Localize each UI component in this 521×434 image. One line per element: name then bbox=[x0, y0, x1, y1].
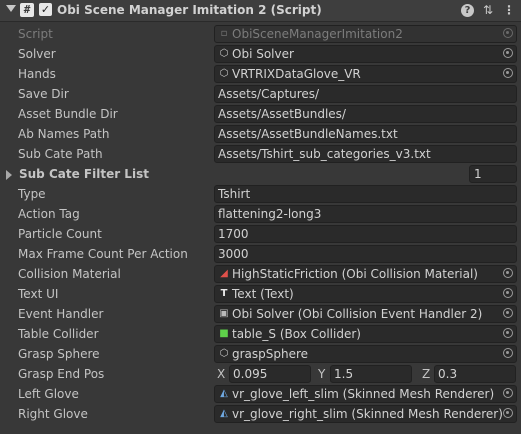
right-glove-field[interactable]: ◭ vr_glove_right_slim (Skinned Mesh Rend… bbox=[214, 405, 517, 423]
object-picker-icon bbox=[503, 28, 513, 38]
object-picker-icon[interactable] bbox=[503, 288, 513, 298]
field-label: Type bbox=[18, 187, 46, 201]
asset-bundle-dir-input[interactable]: Assets/AssetBundles/ bbox=[214, 105, 517, 123]
field-label: Script bbox=[18, 27, 53, 41]
field-row-hands: Hands ⬡ VRTRIXDataGlove_VR bbox=[0, 64, 521, 84]
object-picker-icon[interactable] bbox=[503, 348, 513, 358]
field-label: Hands bbox=[18, 67, 56, 81]
field-row-sub-cate-filter-list[interactable]: Sub Cate Filter List 1 bbox=[0, 164, 521, 184]
object-picker-icon[interactable] bbox=[503, 48, 513, 58]
z-label[interactable]: Z bbox=[422, 367, 430, 381]
list-size-input[interactable]: 1 bbox=[469, 165, 517, 183]
field-row-sub-cate-path: Sub Cate Path Assets/Tshirt_sub_categori… bbox=[0, 144, 521, 164]
field-label: Max Frame Count Per Action bbox=[18, 247, 188, 261]
field-row-right-glove: Right Glove ◭ vr_glove_right_slim (Skinn… bbox=[0, 404, 521, 424]
foldout-arrow-icon[interactable] bbox=[6, 170, 12, 180]
list-foldout-label[interactable]: Sub Cate Filter List bbox=[19, 167, 149, 181]
text-ui-field[interactable]: T Text (Text) bbox=[214, 285, 517, 303]
field-label: Save Dir bbox=[18, 87, 69, 101]
field-label: Action Tag bbox=[18, 207, 80, 221]
cube-icon: ⬡ bbox=[219, 68, 229, 79]
collider-icon: ■ bbox=[219, 328, 229, 339]
field-label: Grasp End Pos bbox=[18, 367, 105, 381]
skinned-mesh-icon: ◭ bbox=[220, 388, 228, 399]
field-label: Solver bbox=[18, 47, 56, 61]
object-picker-icon[interactable] bbox=[503, 408, 513, 418]
text-icon: T bbox=[220, 288, 228, 299]
field-row-event-handler: Event Handler ▣ Obi Solver (Obi Collisio… bbox=[0, 304, 521, 324]
field-label: Table Collider bbox=[18, 327, 99, 341]
sub-cate-path-input[interactable]: Assets/Tshirt_sub_categories_v3.txt bbox=[214, 145, 517, 163]
field-label: Sub Cate Path bbox=[18, 147, 103, 161]
script-file-icon: ▫ bbox=[220, 28, 228, 39]
field-label: Ab Names Path bbox=[18, 127, 110, 141]
field-row-save-dir: Save Dir Assets/Captures/ bbox=[0, 84, 521, 104]
script-field: ▫ ObiSceneManagerImitation2 bbox=[214, 25, 517, 43]
preset-icon[interactable]: ⇅ bbox=[481, 3, 495, 17]
field-label: Left Glove bbox=[18, 387, 79, 401]
x-input[interactable]: 0.095 bbox=[229, 365, 311, 383]
field-row-type: Type Tshirt bbox=[0, 184, 521, 204]
field-row-max-frame-count: Max Frame Count Per Action 3000 bbox=[0, 244, 521, 264]
field-label: Text UI bbox=[18, 287, 59, 301]
more-options-icon[interactable]: ⋮ bbox=[502, 3, 516, 17]
field-row-particle-count: Particle Count 1700 bbox=[0, 224, 521, 244]
object-picker-icon[interactable] bbox=[503, 388, 513, 398]
field-row-script: Script ▫ ObiSceneManagerImitation2 bbox=[0, 24, 521, 44]
field-row-grasp-end-pos: Grasp End Pos X 0.095 Y 1.5 Z 0.3 bbox=[0, 364, 521, 384]
x-label[interactable]: X bbox=[217, 367, 225, 381]
cube-icon: ⬡ bbox=[219, 48, 229, 59]
field-row-left-glove: Left Glove ◭ vr_glove_left_slim (Skinned… bbox=[0, 384, 521, 404]
y-label[interactable]: Y bbox=[318, 367, 325, 381]
y-input[interactable]: 1.5 bbox=[330, 365, 412, 383]
max-frame-count-input[interactable]: 3000 bbox=[214, 245, 517, 263]
field-row-solver: Solver ⬡ Obi Solver bbox=[0, 44, 521, 64]
particle-count-input[interactable]: 1700 bbox=[214, 225, 517, 243]
component-title: Obi Scene Manager Imitation 2 (Script) bbox=[57, 3, 322, 17]
inspector-panel: # ✓ Obi Scene Manager Imitation 2 (Scrip… bbox=[0, 0, 521, 434]
object-picker-icon[interactable] bbox=[503, 328, 513, 338]
hands-field[interactable]: ⬡ VRTRIXDataGlove_VR bbox=[214, 65, 517, 83]
field-label: Event Handler bbox=[18, 307, 104, 321]
solver-icon: ▣ bbox=[219, 308, 229, 319]
cube-icon: ⬡ bbox=[219, 348, 229, 359]
field-label: Collision Material bbox=[18, 267, 121, 281]
field-label: Grasp Sphere bbox=[18, 347, 100, 361]
skinned-mesh-icon: ◭ bbox=[220, 408, 228, 419]
script-icon: # bbox=[20, 3, 34, 17]
table-collider-field[interactable]: ■ table_S (Box Collider) bbox=[214, 325, 517, 343]
field-label: Particle Count bbox=[18, 227, 102, 241]
field-row-action-tag: Action Tag flattening2-long3 bbox=[0, 204, 521, 224]
field-row-collision-material: Collision Material ◢ HighStaticFriction … bbox=[0, 264, 521, 284]
event-handler-field[interactable]: ▣ Obi Solver (Obi Collision Event Handle… bbox=[214, 305, 517, 323]
field-row-grasp-sphere: Grasp Sphere ⬡ graspSphere bbox=[0, 344, 521, 364]
component-header[interactable]: # ✓ Obi Scene Manager Imitation 2 (Scrip… bbox=[0, 0, 521, 22]
collision-material-field[interactable]: ◢ HighStaticFriction (Obi Collision Mate… bbox=[214, 265, 517, 283]
field-row-text-ui: Text UI T Text (Text) bbox=[0, 284, 521, 304]
field-label: Right Glove bbox=[18, 407, 88, 421]
save-dir-input[interactable]: Assets/Captures/ bbox=[214, 85, 517, 103]
object-picker-icon[interactable] bbox=[503, 308, 513, 318]
object-picker-icon[interactable] bbox=[503, 68, 513, 78]
foldout-icon[interactable] bbox=[6, 5, 16, 12]
field-row-asset-bundle-dir: Asset Bundle Dir Assets/AssetBundles/ bbox=[0, 104, 521, 124]
material-icon: ◢ bbox=[220, 268, 228, 279]
type-input[interactable]: Tshirt bbox=[214, 185, 517, 203]
object-picker-icon[interactable] bbox=[503, 268, 513, 278]
field-label: Asset Bundle Dir bbox=[18, 107, 118, 121]
grasp-sphere-field[interactable]: ⬡ graspSphere bbox=[214, 345, 517, 363]
left-glove-field[interactable]: ◭ vr_glove_left_slim (Skinned Mesh Rende… bbox=[214, 385, 517, 403]
solver-field[interactable]: ⬡ Obi Solver bbox=[214, 45, 517, 63]
enable-checkbox[interactable]: ✓ bbox=[39, 3, 52, 16]
z-input[interactable]: 0.3 bbox=[434, 365, 516, 383]
field-row-table-collider: Table Collider ■ table_S (Box Collider) bbox=[0, 324, 521, 344]
field-row-ab-names-path: Ab Names Path Assets/AssetBundleNames.tx… bbox=[0, 124, 521, 144]
action-tag-input[interactable]: flattening2-long3 bbox=[214, 205, 517, 223]
help-icon[interactable]: ? bbox=[461, 4, 474, 17]
ab-names-path-input[interactable]: Assets/AssetBundleNames.txt bbox=[214, 125, 517, 143]
